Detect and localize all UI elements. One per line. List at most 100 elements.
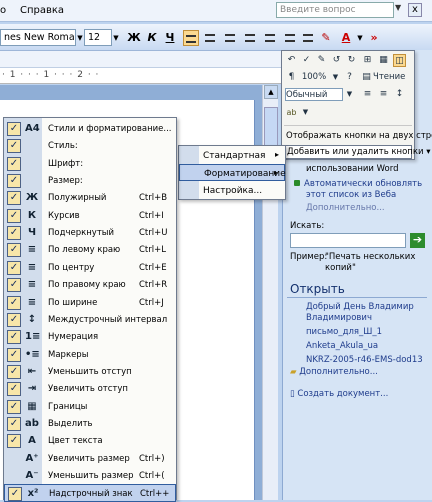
checkbox-icon[interactable] bbox=[7, 452, 21, 466]
chevron-down-icon[interactable]: ▼ bbox=[395, 3, 403, 12]
more-docs-link[interactable]: ▰ Дополнительно... bbox=[290, 367, 378, 377]
submenu-item-customize[interactable]: Настройка... bbox=[179, 182, 285, 199]
help-icon[interactable]: ? bbox=[343, 71, 356, 84]
search-go-button[interactable]: ➔ bbox=[410, 233, 425, 248]
submenu-item-formatting[interactable]: Форматирование ▸ bbox=[179, 164, 286, 181]
format-menu-item[interactable]: ✓ К Курсив Ctrl+I bbox=[4, 207, 176, 225]
numbering-button[interactable] bbox=[222, 30, 238, 46]
format-menu-item[interactable]: ✓ ↕ Междустрочный интервал bbox=[4, 311, 176, 329]
format-menu-item[interactable]: ✓ x² Надстрочный знак Ctrl++ bbox=[4, 484, 176, 502]
search-input[interactable] bbox=[290, 233, 406, 248]
chevron-down-icon[interactable]: ▼ bbox=[343, 88, 356, 101]
format-menu-item[interactable]: ✓ A Цвет текста bbox=[4, 432, 176, 450]
outdent-button[interactable] bbox=[282, 30, 298, 46]
borders-button[interactable] bbox=[300, 30, 316, 46]
align-left-button[interactable] bbox=[183, 30, 199, 46]
redo-arrow-icon[interactable]: ↻ bbox=[345, 54, 358, 67]
format-menu-item[interactable]: ✓ ab Выделить bbox=[4, 415, 176, 433]
checkbox-icon[interactable]: ✓ bbox=[7, 226, 21, 241]
recent-doc[interactable]: Владимирович bbox=[306, 313, 372, 323]
undo-arrow-icon[interactable]: ↺ bbox=[330, 54, 343, 67]
checkbox-icon[interactable]: ✓ bbox=[7, 191, 21, 206]
auto-update-line2[interactable]: этот список из Веба bbox=[306, 190, 396, 200]
format-menu-item[interactable]: ✓ ≡ По правому краю Ctrl+R bbox=[4, 276, 176, 294]
menu-item-partial[interactable]: о bbox=[0, 5, 6, 16]
checkbox-icon[interactable]: ✓ bbox=[7, 260, 21, 275]
format-menu-item[interactable]: A⁺ Увеличить размер Ctrl+) bbox=[4, 450, 176, 468]
checkbox-icon[interactable]: ✓ bbox=[7, 382, 21, 397]
checkbox-icon[interactable]: ✓ bbox=[7, 416, 21, 431]
format-menu-item[interactable]: ✓ Шрифт: bbox=[4, 155, 176, 173]
scroll-up-button[interactable]: ▲ bbox=[264, 85, 278, 99]
checkbox-icon[interactable]: ✓ bbox=[7, 364, 21, 379]
checkbox-icon[interactable]: ✓ bbox=[7, 122, 21, 136]
zoom-combo[interactable]: 100% bbox=[301, 71, 327, 84]
format-menu-item[interactable]: A⁻ Уменьшить размер Ctrl+( bbox=[4, 467, 176, 485]
bold-button[interactable]: Ж bbox=[126, 30, 142, 46]
ask-question-input[interactable]: Введите вопрос bbox=[276, 2, 394, 18]
checkbox-icon[interactable]: ✓ bbox=[7, 330, 21, 345]
justify-icon[interactable]: ≡ bbox=[377, 88, 390, 101]
format-menu-item[interactable]: ✓ ≡ По ширине Ctrl+J bbox=[4, 294, 176, 312]
submenu-item-standard[interactable]: Стандартная ▸ bbox=[179, 147, 285, 164]
format-menu-item[interactable]: ✓ Стиль: bbox=[4, 137, 176, 155]
format-menu-item[interactable]: ✓ ▦ Границы bbox=[4, 398, 176, 416]
font-color-button[interactable]: A bbox=[338, 30, 354, 46]
create-doc-link[interactable]: ▯ Создать документ... bbox=[290, 389, 388, 399]
checkbox-icon[interactable]: ✓ bbox=[7, 295, 21, 310]
more-buttons-button[interactable]: » bbox=[366, 30, 382, 46]
scroll-thumb[interactable] bbox=[264, 107, 278, 147]
chevron-down-icon[interactable]: ▼ bbox=[76, 30, 84, 46]
checkbox-icon[interactable]: ✓ bbox=[7, 312, 21, 327]
checkbox-icon[interactable]: ✓ bbox=[7, 399, 21, 414]
chevron-down-icon[interactable]: ▼ bbox=[112, 30, 120, 46]
add-remove-buttons[interactable]: Добавить или удалить кнопки ▾ bbox=[284, 145, 431, 159]
checkbox-icon[interactable]: ✓ bbox=[7, 139, 21, 154]
chevron-down-icon[interactable]: ▼ bbox=[329, 71, 342, 84]
style-combo[interactable]: Обычный bbox=[285, 88, 343, 101]
bullets-button[interactable] bbox=[242, 30, 258, 46]
format-menu-item[interactable]: ✓ ≡ По левому краю Ctrl+L bbox=[4, 241, 176, 259]
align-right-icon[interactable]: ≡ bbox=[361, 88, 374, 101]
checkbox-icon[interactable]: ✓ bbox=[7, 243, 21, 258]
format-menu-item[interactable]: ✓ ⇤ Уменьшить отступ bbox=[4, 363, 176, 381]
undo-icon[interactable]: ↶ bbox=[285, 54, 298, 67]
reading-button[interactable]: Чтение bbox=[373, 71, 413, 84]
checkbox-icon[interactable]: ✓ bbox=[7, 434, 21, 449]
reading-icon[interactable]: ▤ bbox=[360, 71, 373, 84]
chevron-down-icon[interactable]: ▼ bbox=[356, 30, 364, 46]
indent-button[interactable] bbox=[262, 30, 278, 46]
format-menu-item[interactable]: ✓ Ж Полужирный Ctrl+B bbox=[4, 189, 176, 207]
format-menu-item[interactable]: ✓ 1≡ Нумерация bbox=[4, 328, 176, 346]
auto-update-link[interactable]: Автоматически обновлять bbox=[294, 179, 422, 189]
line-spacing-icon[interactable]: ↕ bbox=[393, 88, 406, 101]
checkbox-icon[interactable]: ✓ bbox=[7, 156, 21, 171]
checkbox-icon[interactable]: ✓ bbox=[8, 487, 22, 502]
table-icon[interactable]: ▦ bbox=[377, 54, 390, 67]
format-menu-item[interactable]: ✓ ⇥ Увеличить отступ bbox=[4, 380, 176, 398]
underline-button[interactable]: Ч bbox=[162, 30, 178, 46]
more-link[interactable]: Дополнительно... bbox=[306, 203, 385, 213]
document-map-icon[interactable]: ◫ bbox=[393, 54, 406, 67]
format-menu-item[interactable]: ✓ Ч Подчеркнутый Ctrl+U bbox=[4, 224, 176, 242]
two-rows-option[interactable]: Отображать кнопки на двух строках bbox=[286, 131, 432, 141]
format-menu-item[interactable]: ✓ •≡ Маркеры bbox=[4, 346, 176, 364]
close-document-button[interactable]: x bbox=[408, 3, 422, 17]
pilcrow-icon[interactable]: ¶ bbox=[285, 71, 298, 84]
recent-doc[interactable]: письмо_для_Ш_1 bbox=[306, 327, 382, 337]
checkbox-icon[interactable] bbox=[7, 469, 21, 483]
checkbox-icon[interactable]: ✓ bbox=[7, 278, 21, 293]
checkbox-icon[interactable]: ✓ bbox=[7, 208, 21, 223]
recent-doc[interactable]: Anketa_Akula_ua bbox=[306, 341, 378, 351]
format-menu-item[interactable]: ✓ ≡ По центру Ctrl+E bbox=[4, 259, 176, 277]
checkbox-icon[interactable]: ✓ bbox=[7, 347, 21, 362]
insert-icon[interactable]: ⊞ bbox=[361, 54, 374, 67]
highlight-button[interactable]: ✎ bbox=[318, 30, 334, 46]
format-painter-icon[interactable]: ✓ bbox=[300, 54, 313, 67]
font-size-combo[interactable]: 12 bbox=[84, 29, 112, 46]
italic-button[interactable]: К bbox=[144, 30, 160, 46]
help-link[interactable]: использовании Word bbox=[306, 164, 399, 174]
format-menu-item[interactable]: ✓ A4 Стили и форматирование... bbox=[4, 120, 176, 138]
menu-help[interactable]: Справка bbox=[20, 5, 64, 16]
chevron-down-icon[interactable]: ▼ bbox=[299, 106, 312, 119]
